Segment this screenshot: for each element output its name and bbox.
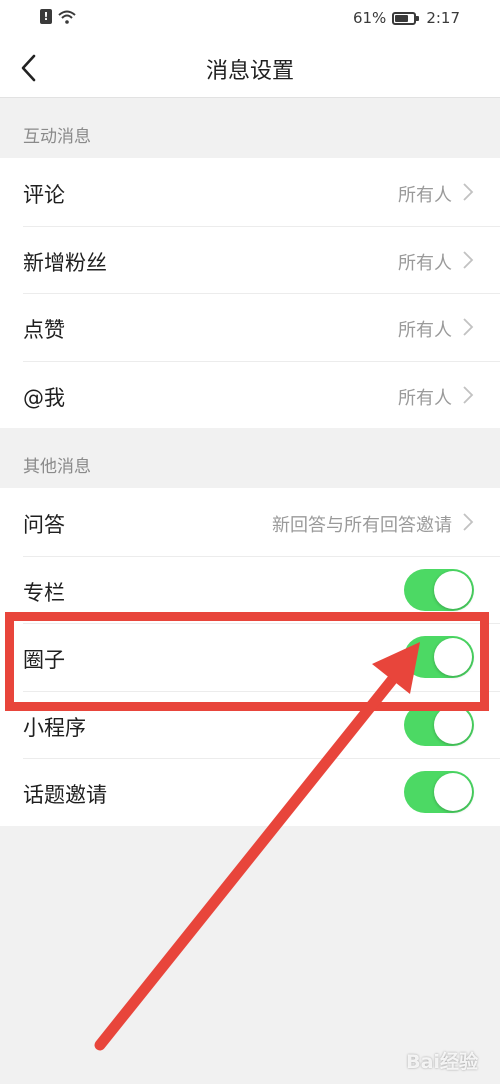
chevron-right-icon <box>463 318 474 336</box>
clock: 2:17 <box>426 9 460 27</box>
topic-invites-toggle[interactable] <box>404 771 474 813</box>
interactive-messages-group: 评论 所有人 新增粉丝 所有人 点赞 所有人 @我 所有人 <box>0 158 500 428</box>
row-likes[interactable]: 点赞 所有人 <box>0 293 500 361</box>
alert-icon: ! <box>40 9 52 24</box>
page-title: 消息设置 <box>205 59 294 84</box>
row-label: @我 <box>23 385 65 410</box>
status-right: 61% 2:17 <box>353 9 460 27</box>
toggle-knob <box>434 570 472 609</box>
row-label: 评论 <box>23 183 65 207</box>
row-label: 专栏 <box>23 580 65 605</box>
wifi-icon <box>58 10 76 24</box>
status-bar: ! 61% 2:17 <box>0 0 500 38</box>
toggle-knob <box>434 705 472 744</box>
row-value: 新回答与所有回答邀请 <box>272 515 452 536</box>
row-label: 圈子 <box>23 648 65 672</box>
column-toggle[interactable] <box>404 568 474 611</box>
chevron-right-icon <box>463 183 474 201</box>
row-mentions[interactable]: @我 所有人 <box>0 360 500 429</box>
row-mini-program: 小程序 <box>0 690 500 759</box>
section-header-other: 其他消息 <box>0 428 500 488</box>
chevron-right-icon <box>463 250 474 269</box>
status-left: ! <box>40 9 76 24</box>
watermark: Bai经验 <box>406 1051 478 1073</box>
row-column: 专栏 <box>0 555 500 624</box>
row-label: 话题邀请 <box>23 783 107 807</box>
row-label: 新增粉丝 <box>23 250 107 275</box>
section-title: 其他消息 <box>23 457 91 477</box>
row-comments[interactable]: 评论 所有人 <box>0 158 500 226</box>
section-title: 互动消息 <box>23 127 91 147</box>
other-messages-group: 问答 新回答与所有回答邀请 专栏 圈子 小程序 话题邀请 <box>0 488 500 826</box>
row-value: 所有人 <box>398 387 452 409</box>
row-value: 所有人 <box>398 252 452 274</box>
toggle-knob <box>434 773 472 811</box>
chevron-right-icon <box>463 385 474 404</box>
row-circle: 圈子 <box>0 623 500 691</box>
chevron-right-icon <box>463 513 474 531</box>
row-label: 小程序 <box>23 715 86 740</box>
battery-percent: 61% <box>352 9 387 27</box>
circle-toggle[interactable] <box>404 636 474 678</box>
mini-program-toggle[interactable] <box>404 703 474 746</box>
row-label: 点赞 <box>23 318 65 342</box>
battery-icon <box>392 11 420 25</box>
row-topic-invites: 话题邀请 <box>0 758 500 826</box>
row-new-followers[interactable]: 新增粉丝 所有人 <box>0 225 500 294</box>
row-qa[interactable]: 问答 新回答与所有回答邀请 <box>0 488 500 556</box>
toggle-knob <box>434 638 472 676</box>
nav-bar: 消息设置 <box>0 38 500 98</box>
row-label: 问答 <box>23 513 65 537</box>
row-value: 所有人 <box>398 320 452 341</box>
row-value: 所有人 <box>398 185 452 206</box>
section-header-interactive: 互动消息 <box>0 98 500 158</box>
